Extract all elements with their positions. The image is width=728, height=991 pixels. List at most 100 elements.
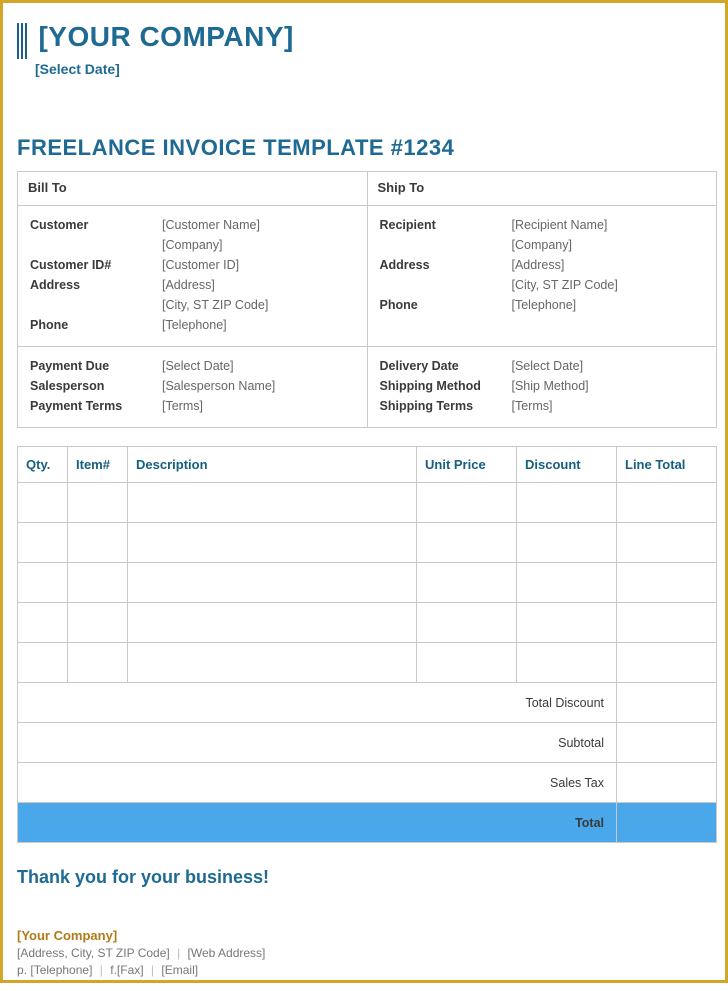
- total-discount-value[interactable]: [617, 683, 717, 723]
- header-stripes-icon: [17, 23, 28, 59]
- bill-to-heading: Bill To: [18, 172, 368, 206]
- customer-label: Customer: [30, 216, 160, 234]
- footer-phone[interactable]: [Telephone]: [30, 963, 92, 977]
- cell-description[interactable]: [128, 483, 417, 523]
- cell-description[interactable]: [128, 643, 417, 683]
- cell-description[interactable]: [128, 523, 417, 563]
- subtotal-value[interactable]: [617, 723, 717, 763]
- footer-sep-icon: |: [147, 963, 158, 977]
- payment-terms-value[interactable]: [Terms]: [162, 397, 355, 415]
- recipient-name-value[interactable]: [Recipient Name]: [512, 216, 705, 234]
- ship-address-label: Address: [380, 256, 510, 274]
- cell-qty[interactable]: [18, 643, 68, 683]
- customer-id-label: Customer ID#: [30, 256, 160, 274]
- recipient-company-value[interactable]: [Company]: [512, 236, 705, 254]
- payment-terms-label: Payment Terms: [30, 397, 160, 415]
- ship-phone-label: Phone: [380, 296, 510, 314]
- footer-contact-line: p. [Telephone] | f.[Fax] | [Email]: [17, 963, 711, 977]
- payment-due-label: Payment Due: [30, 357, 160, 375]
- table-row[interactable]: [18, 563, 717, 603]
- footer-sep-icon: |: [96, 963, 107, 977]
- document-date-placeholder[interactable]: [Select Date]: [35, 61, 711, 77]
- company-name-placeholder[interactable]: [YOUR COMPANY]: [38, 21, 293, 53]
- table-row[interactable]: [18, 523, 717, 563]
- bill-ship-table: Bill To Ship To Customer [Customer Name]…: [17, 171, 717, 428]
- footer-fax[interactable]: [Fax]: [117, 963, 144, 977]
- cell-line_total[interactable]: [617, 603, 717, 643]
- cell-discount[interactable]: [517, 563, 617, 603]
- salesperson-value[interactable]: [Salesperson Name]: [162, 377, 355, 395]
- col-description: Description: [128, 447, 417, 483]
- cell-item[interactable]: [68, 563, 128, 603]
- col-item: Item#: [68, 447, 128, 483]
- ship-phone-value[interactable]: [Telephone]: [512, 296, 705, 314]
- cell-unit_price[interactable]: [417, 603, 517, 643]
- cell-discount[interactable]: [517, 643, 617, 683]
- payment-due-value[interactable]: [Select Date]: [162, 357, 355, 375]
- cell-item[interactable]: [68, 643, 128, 683]
- footer-web[interactable]: [Web Address]: [188, 946, 266, 960]
- cell-description[interactable]: [128, 603, 417, 643]
- footer-address[interactable]: [Address, City, ST ZIP Code]: [17, 946, 170, 960]
- cell-unit_price[interactable]: [417, 483, 517, 523]
- delivery-date-label: Delivery Date: [380, 357, 510, 375]
- payment-section: Payment Due [Select Date] Salesperson [S…: [18, 347, 368, 428]
- ship-address-line2[interactable]: [City, ST ZIP Code]: [512, 276, 705, 294]
- cell-unit_price[interactable]: [417, 643, 517, 683]
- cell-description[interactable]: [128, 563, 417, 603]
- bill-phone-value[interactable]: [Telephone]: [162, 316, 355, 334]
- table-row[interactable]: [18, 643, 717, 683]
- col-line-total: Line Total: [617, 447, 717, 483]
- cell-qty[interactable]: [18, 523, 68, 563]
- footer-email[interactable]: [Email]: [161, 963, 198, 977]
- footer-company-name[interactable]: [Your Company]: [17, 928, 711, 943]
- col-discount: Discount: [517, 447, 617, 483]
- shipping-terms-label: Shipping Terms: [380, 397, 510, 415]
- cell-qty[interactable]: [18, 563, 68, 603]
- delivery-date-value[interactable]: [Select Date]: [512, 357, 705, 375]
- bill-address-line2[interactable]: [City, ST ZIP Code]: [162, 296, 355, 314]
- thank-you-message: Thank you for your business!: [17, 867, 711, 888]
- cell-discount[interactable]: [517, 483, 617, 523]
- customer-name-value[interactable]: [Customer Name]: [162, 216, 355, 234]
- cell-discount[interactable]: [517, 523, 617, 563]
- cell-unit_price[interactable]: [417, 563, 517, 603]
- bill-phone-label: Phone: [30, 316, 160, 334]
- cell-qty[interactable]: [18, 483, 68, 523]
- col-unit-price: Unit Price: [417, 447, 517, 483]
- table-row[interactable]: [18, 603, 717, 643]
- shipping-terms-value[interactable]: [Terms]: [512, 397, 705, 415]
- cell-discount[interactable]: [517, 603, 617, 643]
- footer-phone-prefix: p.: [17, 963, 27, 977]
- cell-item[interactable]: [68, 483, 128, 523]
- cell-unit_price[interactable]: [417, 523, 517, 563]
- ship-to-section: Recipient [Recipient Name] [Company] Add…: [367, 206, 717, 347]
- grand-total-value[interactable]: [617, 803, 717, 843]
- sales-tax-value[interactable]: [617, 763, 717, 803]
- footer-sep-icon: |: [173, 946, 184, 960]
- document-header: [YOUR COMPANY] [Select Date]: [17, 21, 711, 77]
- ship-to-heading: Ship To: [367, 172, 717, 206]
- ship-address-line1[interactable]: [Address]: [512, 256, 705, 274]
- grand-total-label: Total: [18, 803, 617, 843]
- table-row[interactable]: [18, 483, 717, 523]
- bill-address-line1[interactable]: [Address]: [162, 276, 355, 294]
- cell-item[interactable]: [68, 523, 128, 563]
- cell-qty[interactable]: [18, 603, 68, 643]
- shipping-method-value[interactable]: [Ship Method]: [512, 377, 705, 395]
- col-qty: Qty.: [18, 447, 68, 483]
- salesperson-label: Salesperson: [30, 377, 160, 395]
- invoice-title: FREELANCE INVOICE TEMPLATE #1234: [17, 135, 711, 161]
- footer-address-line: [Address, City, ST ZIP Code] | [Web Addr…: [17, 946, 711, 960]
- cell-line_total[interactable]: [617, 523, 717, 563]
- subtotal-label: Subtotal: [18, 723, 617, 763]
- cell-line_total[interactable]: [617, 643, 717, 683]
- shipping-section: Delivery Date [Select Date] Shipping Met…: [367, 347, 717, 428]
- sales-tax-label: Sales Tax: [18, 763, 617, 803]
- customer-company-value[interactable]: [Company]: [162, 236, 355, 254]
- customer-id-value[interactable]: [Customer ID]: [162, 256, 355, 274]
- cell-line_total[interactable]: [617, 483, 717, 523]
- cell-line_total[interactable]: [617, 563, 717, 603]
- total-discount-label: Total Discount: [18, 683, 617, 723]
- cell-item[interactable]: [68, 603, 128, 643]
